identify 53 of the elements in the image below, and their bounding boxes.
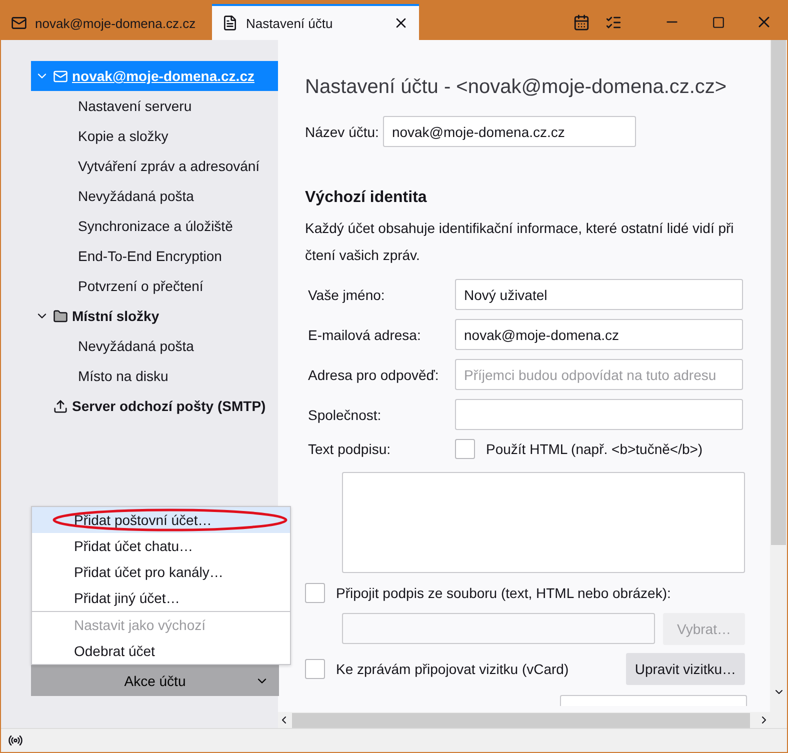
online-status-icon[interactable] bbox=[8, 733, 23, 748]
account-item[interactable]: novak@moje-domena.cz.cz bbox=[31, 61, 278, 91]
settings-item[interactable]: Kopie a složky bbox=[31, 121, 278, 151]
checkbox[interactable] bbox=[305, 659, 325, 679]
field-label: Vaše jméno: bbox=[307, 286, 386, 302]
horizontal-scrollbar[interactable] bbox=[278, 712, 770, 728]
settings-item[interactable]: Místo na disku bbox=[31, 361, 278, 391]
folder-icon bbox=[53, 308, 68, 324]
menu-item[interactable]: Odebrat účet bbox=[32, 638, 290, 664]
settings-item[interactable]: Nevyžádaná pošta bbox=[31, 331, 278, 361]
field-label: Název účtu: bbox=[305, 124, 379, 140]
menu-item[interactable]: Přidat poštovní účet… bbox=[32, 507, 290, 533]
page-title: Nastavení účtu - <novak@moje-domena.cz.cz> bbox=[305, 76, 728, 99]
checkbox[interactable] bbox=[305, 583, 325, 603]
field-label: Adresa pro odpověď: bbox=[307, 366, 440, 382]
settings-item[interactable]: Vytváření zpráv a adresování bbox=[31, 151, 278, 181]
field-label: Společnost: bbox=[307, 406, 382, 422]
section-heading: Výchozí identita bbox=[305, 189, 428, 207]
input-field[interactable] bbox=[455, 399, 743, 430]
settings-item[interactable]: Nevyžádaná pošta bbox=[31, 181, 278, 211]
vertical-scrollbar[interactable] bbox=[770, 40, 787, 728]
maximize-icon[interactable] bbox=[712, 16, 724, 28]
input-field[interactable]: Příjemci budou odpovídat na tuto adresu bbox=[455, 359, 743, 390]
checkbox[interactable] bbox=[455, 439, 475, 459]
menu-item[interactable]: Přidat účet pro kanály… bbox=[32, 559, 290, 585]
input-field[interactable]: novak@moje-domena.cz bbox=[455, 319, 743, 350]
mail-icon bbox=[11, 15, 27, 31]
checkbox-label: Použít HTML (např. <b>tučně</b>) bbox=[486, 441, 703, 457]
menu-item[interactable]: Přidat jiný účet… bbox=[32, 585, 290, 611]
calendar-icon[interactable] bbox=[572, 14, 590, 30]
input-field[interactable] bbox=[560, 695, 747, 706]
file-path-field[interactable] bbox=[342, 613, 655, 644]
settings-item[interactable]: Synchronizace a úložiště bbox=[31, 211, 278, 241]
settings-item[interactable]: Nastavení serveru bbox=[31, 91, 278, 121]
mail-icon bbox=[53, 68, 68, 84]
edit-vcard-button[interactable]: Upravit vizitku… bbox=[626, 653, 745, 685]
input-field[interactable]: novak@moje-domena.cz.cz bbox=[382, 116, 636, 147]
account-item[interactable]: Server odchozí pošty (SMTP) bbox=[31, 391, 278, 421]
input-field[interactable]: Nový uživatel bbox=[455, 279, 743, 310]
menu-item[interactable]: Přidat účet chatu… bbox=[32, 533, 290, 559]
account-actions-button[interactable]: Akce účtu bbox=[31, 665, 279, 696]
tab[interactable]: novak@moje-domena.cz.cz bbox=[1, 4, 212, 40]
settings-item[interactable]: Potvrzení o přečtení bbox=[31, 271, 278, 301]
document-icon bbox=[222, 15, 238, 31]
checkbox-label: Připojit podpis ze souboru (text, HTML nebo obrázek): bbox=[336, 585, 671, 601]
settings-item[interactable]: End-To-End Encryption bbox=[31, 241, 278, 271]
field-label: Text podpisu: bbox=[307, 441, 392, 457]
outbox-icon bbox=[53, 398, 68, 414]
field-label: E-mailová adresa: bbox=[307, 326, 422, 342]
account-item[interactable]: Místní složky bbox=[31, 301, 278, 331]
description-text: Každý účet obsahuje identifikační informace, které ostatní lidé vidí při čtení vašich zpráv. bbox=[305, 219, 735, 265]
checkbox-label: Ke zprávám připojovat vizitku (vCard) bbox=[336, 661, 569, 677]
tab[interactable]: Nastavení účtu bbox=[212, 4, 419, 40]
